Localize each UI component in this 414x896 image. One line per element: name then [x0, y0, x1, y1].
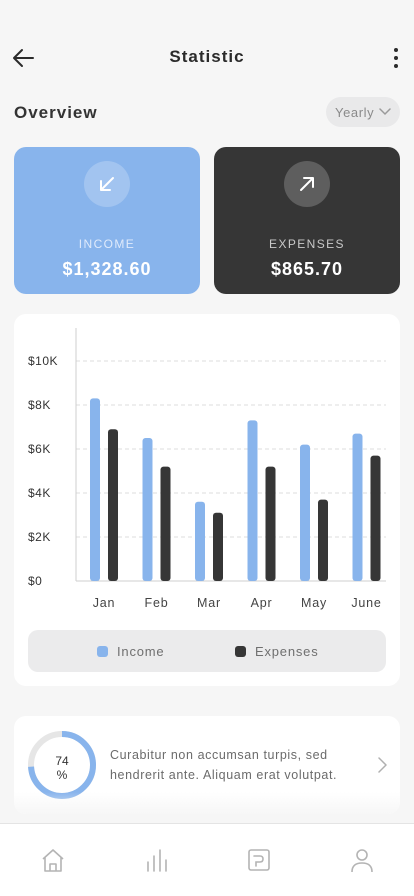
arrow-up-right-icon [300, 177, 314, 191]
progress-percent-value: 74 [55, 754, 69, 768]
bar-income-june[interactable] [352, 433, 363, 581]
x-tick-label: Apr [251, 596, 273, 610]
income-amount: $1,328.60 [62, 259, 152, 279]
nav-stats[interactable] [141, 844, 173, 876]
nav-wallet[interactable] [243, 844, 275, 876]
progress-card[interactable]: 74 % Curabitur non accumsan turpis, sed … [14, 716, 400, 814]
bar-expenses-june[interactable] [370, 455, 381, 581]
chevron-right-icon[interactable] [376, 756, 388, 774]
progress-percent-unit: % [56, 768, 68, 782]
stats-icon [147, 849, 167, 872]
y-tick-label: $4K [28, 486, 51, 500]
expenses-swatch [235, 645, 246, 657]
y-tick-label: $6K [28, 442, 51, 456]
profile-icon [351, 849, 373, 873]
bar-income-may[interactable] [300, 444, 310, 581]
progress-percent: 74 % [27, 754, 97, 782]
bar-chart: $0 $2K $4K $6K $8K $10K Jan Feb Mar Apr May June [28, 328, 386, 610]
section-title: Overview [14, 103, 98, 122]
more-vertical-icon [394, 48, 398, 68]
chart-legend: Income Expenses [28, 630, 386, 672]
nav-profile[interactable] [346, 844, 378, 876]
bar-income-mar[interactable] [195, 501, 205, 581]
period-dropdown[interactable]: Yearly [326, 97, 400, 127]
chevron-down-icon [379, 108, 391, 116]
bar-income-apr[interactable] [247, 420, 258, 581]
x-tick-label: Jan [93, 596, 116, 610]
bar-income-jan[interactable] [90, 398, 100, 581]
x-tick-label: June [351, 596, 381, 610]
top-bar: Statistic [0, 36, 414, 80]
y-tick-label: $0 [28, 574, 42, 588]
wallet-icon [248, 849, 270, 871]
y-tick-label: $10K [28, 354, 58, 368]
expenses-card[interactable]: EXPENSES $865.70 [214, 147, 400, 294]
page-title: Statistic [169, 47, 245, 66]
home-icon [42, 849, 64, 872]
x-tick-label: Feb [145, 596, 169, 610]
expenses-label: EXPENSES [269, 237, 345, 251]
bar-expenses-jan[interactable] [108, 429, 118, 581]
nav-home[interactable] [37, 844, 69, 876]
y-tick-label: $8K [28, 398, 51, 412]
x-tick-label: May [301, 596, 327, 610]
bar-expenses-apr[interactable] [265, 466, 276, 581]
legend-item-income: Income [97, 630, 164, 672]
expenses-icon-badge [284, 161, 330, 207]
legend-income-label: Income [117, 643, 165, 659]
income-icon-badge [84, 161, 130, 207]
income-card[interactable]: INCOME $1,328.60 [14, 147, 200, 294]
expenses-amount: $865.70 [270, 259, 344, 279]
period-dropdown-value: Yearly [335, 104, 375, 120]
bottom-nav [0, 823, 414, 896]
bar-expenses-may[interactable] [318, 499, 328, 581]
more-options-button[interactable] [382, 44, 406, 72]
legend-expenses-label: Expenses [255, 643, 319, 659]
arrow-down-left-icon [100, 177, 114, 191]
progress-description: Curabitur non accumsan turpis, sed hendr… [110, 748, 338, 782]
x-tick-label: Mar [197, 596, 221, 610]
bar-income-feb[interactable] [142, 438, 153, 581]
legend-item-expenses: Expenses [235, 630, 319, 672]
income-swatch [97, 645, 108, 657]
bar-expenses-feb[interactable] [160, 466, 171, 581]
bar-expenses-mar[interactable] [213, 512, 223, 581]
y-tick-label: $2K [28, 530, 51, 544]
chart-card: $0 $2K $4K $6K $8K $10K Jan Feb Mar Apr May June In… [14, 314, 400, 686]
income-label: INCOME [78, 237, 136, 251]
